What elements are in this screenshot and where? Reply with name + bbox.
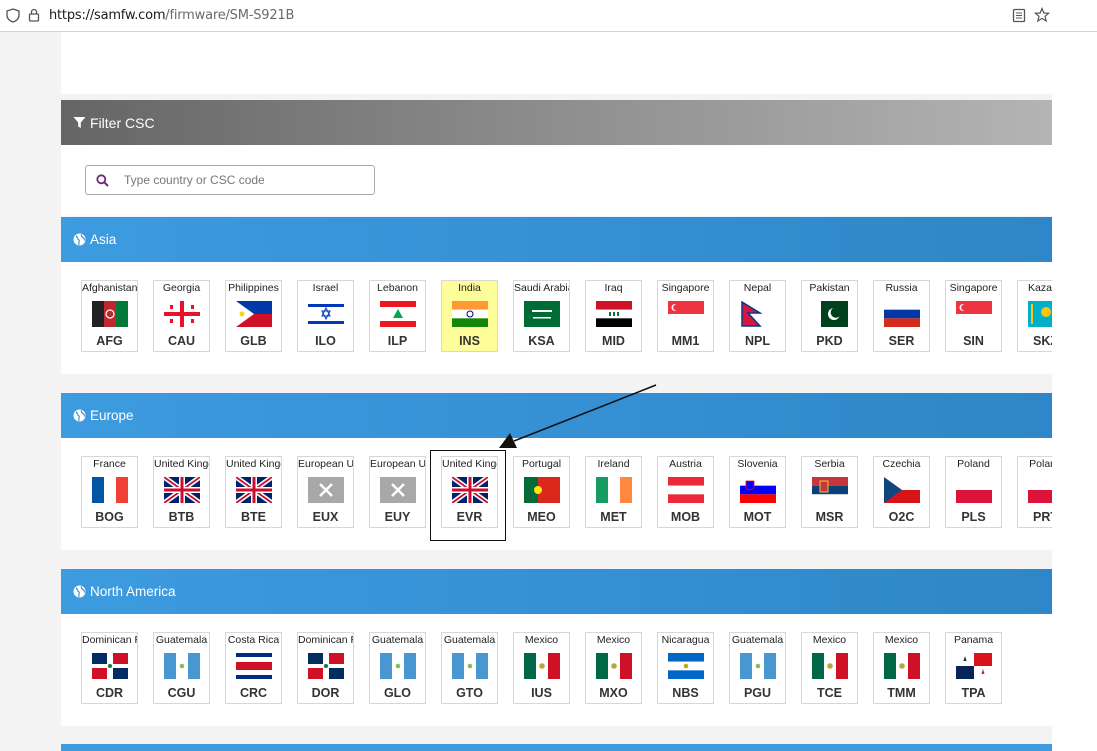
annotation-arrow-icon (499, 384, 657, 448)
